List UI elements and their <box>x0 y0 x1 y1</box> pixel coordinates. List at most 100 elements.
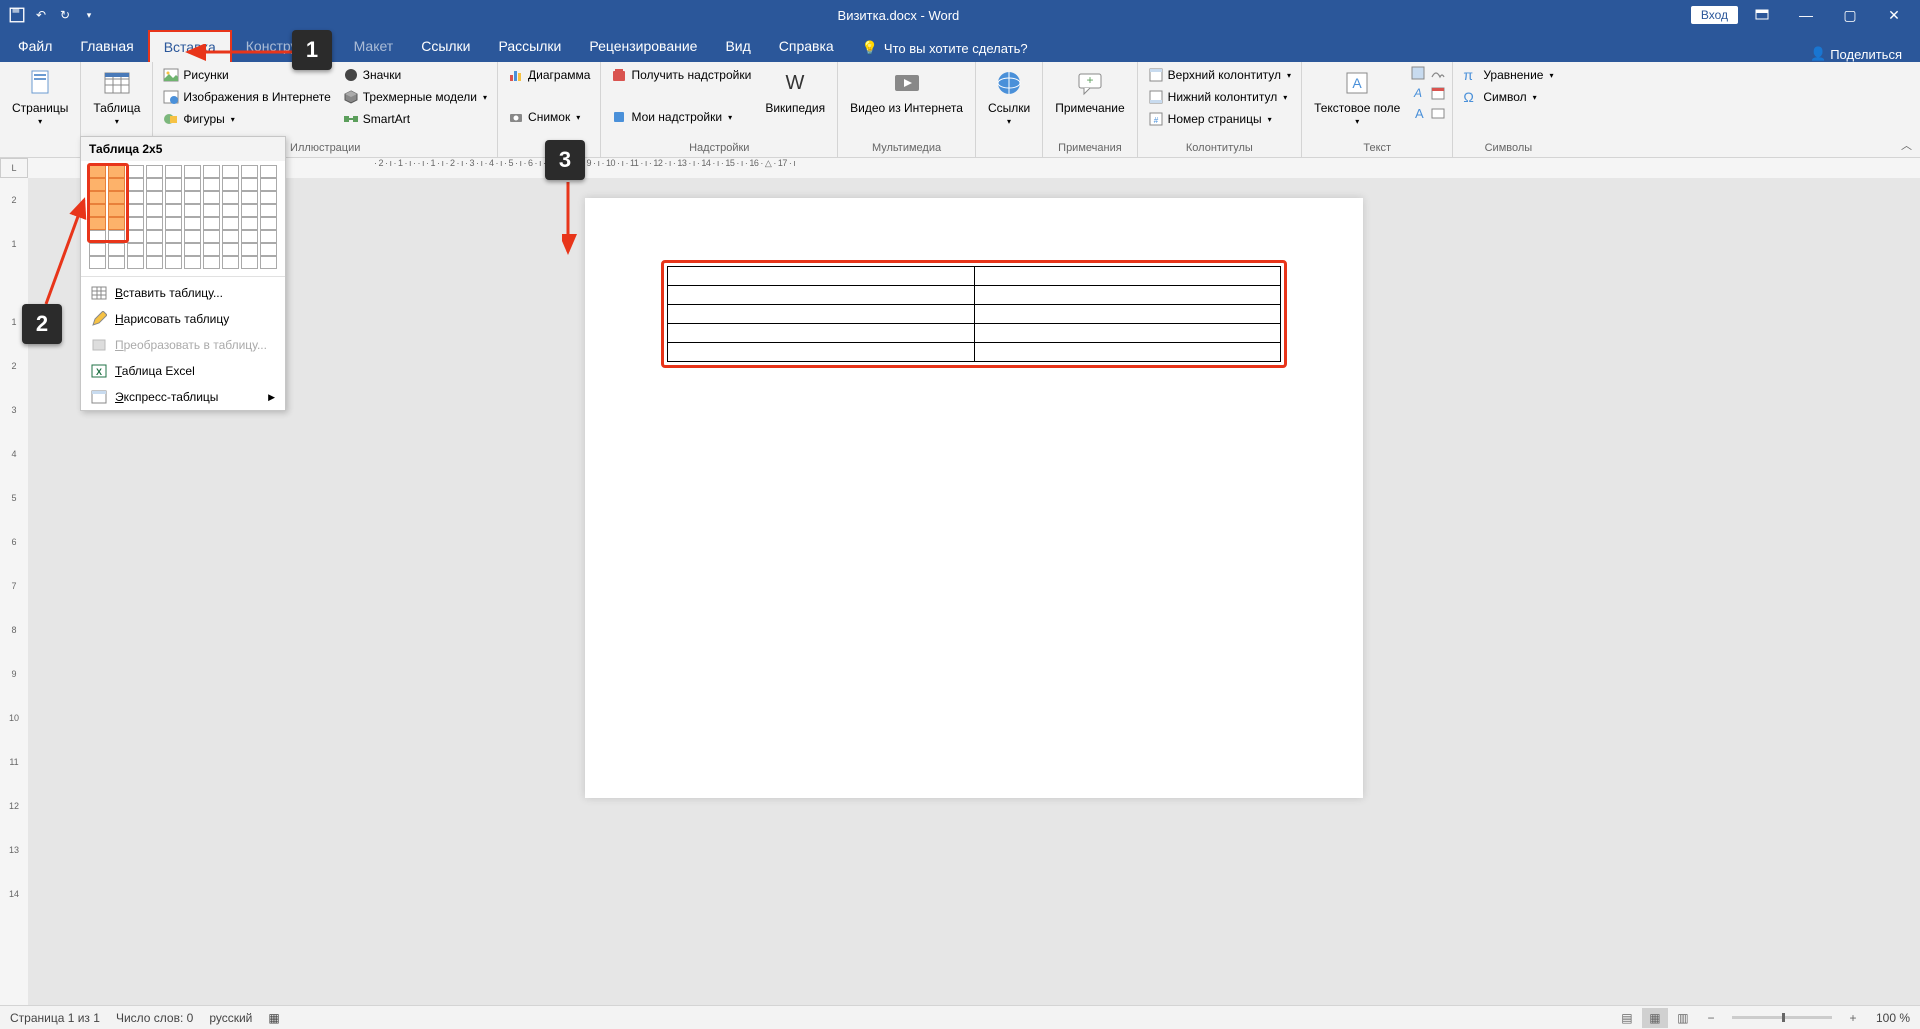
redo-icon[interactable]: ↻ <box>56 6 74 24</box>
insert-table-item[interactable]: Вставить таблицу... <box>81 280 285 306</box>
3d-models-button[interactable]: Трехмерные модели▾ <box>339 87 491 107</box>
grid-cell[interactable] <box>184 204 201 217</box>
grid-cell[interactable] <box>241 165 258 178</box>
grid-cell[interactable] <box>241 230 258 243</box>
ruler-corner[interactable]: L <box>0 158 28 178</box>
grid-cell[interactable] <box>165 217 182 230</box>
grid-cell[interactable] <box>241 204 258 217</box>
zoom-in-button[interactable]: + <box>1840 1008 1866 1028</box>
grid-cell[interactable] <box>203 204 220 217</box>
grid-cell[interactable] <box>146 243 163 256</box>
minimize-button[interactable]: — <box>1786 0 1826 30</box>
grid-cell[interactable] <box>260 191 277 204</box>
quickparts-icon[interactable] <box>1410 65 1426 81</box>
vertical-ruler[interactable]: 211234567891011121314 <box>0 178 28 1005</box>
grid-cell[interactable] <box>108 165 125 178</box>
tab-home[interactable]: Главная <box>66 30 147 62</box>
share-button[interactable]: 👤 Поделиться <box>1796 46 1916 62</box>
grid-cell[interactable] <box>241 191 258 204</box>
tab-view[interactable]: Вид <box>711 30 764 62</box>
status-lang[interactable]: русский <box>209 1011 252 1025</box>
grid-cell[interactable] <box>241 243 258 256</box>
grid-cell[interactable] <box>108 191 125 204</box>
grid-cell[interactable] <box>89 191 106 204</box>
tab-help[interactable]: Справка <box>765 30 848 62</box>
tab-mailings[interactable]: Рассылки <box>485 30 576 62</box>
read-mode-icon[interactable]: ▤ <box>1614 1008 1640 1028</box>
screenshot-button[interactable]: Снимок▾ <box>504 107 594 127</box>
grid-cell[interactable] <box>222 217 239 230</box>
grid-cell[interactable] <box>184 230 201 243</box>
grid-cell[interactable] <box>260 243 277 256</box>
grid-cell[interactable] <box>146 191 163 204</box>
grid-cell[interactable] <box>108 204 125 217</box>
grid-cell[interactable] <box>203 178 220 191</box>
tab-layout[interactable]: Макет <box>340 30 408 62</box>
grid-cell[interactable] <box>89 243 106 256</box>
tell-me[interactable]: 💡 Что вы хотите сделать? <box>848 34 1042 62</box>
grid-cell[interactable] <box>108 256 125 269</box>
tab-file[interactable]: Файл <box>4 30 66 62</box>
grid-cell[interactable] <box>241 178 258 191</box>
grid-cell[interactable] <box>165 204 182 217</box>
grid-cell[interactable] <box>146 230 163 243</box>
icons-button[interactable]: Значки <box>339 65 491 85</box>
signature-icon[interactable] <box>1430 65 1446 81</box>
links-button[interactable]: Ссылки ▾ <box>982 65 1036 128</box>
grid-cell[interactable] <box>260 230 277 243</box>
grid-cell[interactable] <box>165 165 182 178</box>
grid-cell[interactable] <box>260 204 277 217</box>
get-addins-button[interactable]: Получить надстройки <box>607 65 755 85</box>
header-button[interactable]: Верхний колонтитул▾ <box>1144 65 1295 85</box>
web-layout-icon[interactable]: ▥ <box>1670 1008 1696 1028</box>
grid-cell[interactable] <box>127 178 144 191</box>
grid-cell[interactable] <box>222 165 239 178</box>
symbol-button[interactable]: ΩСимвол▾ <box>1459 87 1557 107</box>
macro-icon[interactable]: ▦ <box>268 1011 279 1025</box>
grid-cell[interactable] <box>165 230 182 243</box>
pages-button[interactable]: Страницы ▾ <box>6 65 74 128</box>
grid-cell[interactable] <box>108 243 125 256</box>
object-icon[interactable] <box>1430 105 1446 121</box>
grid-cell[interactable] <box>260 178 277 191</box>
grid-cell[interactable] <box>184 191 201 204</box>
wordart-icon[interactable]: A <box>1410 85 1426 101</box>
grid-cell[interactable] <box>127 191 144 204</box>
grid-cell[interactable] <box>146 204 163 217</box>
grid-cell[interactable] <box>108 217 125 230</box>
grid-cell[interactable] <box>222 230 239 243</box>
draw-table-item[interactable]: Нарисовать таблицу <box>81 306 285 332</box>
grid-cell[interactable] <box>146 178 163 191</box>
textbox-button[interactable]: A Текстовое поле ▾ <box>1308 65 1406 128</box>
tab-references[interactable]: Ссылки <box>407 30 484 62</box>
status-words[interactable]: Число слов: 0 <box>116 1011 193 1025</box>
smartart-button[interactable]: SmartArt <box>339 109 491 129</box>
zoom-out-button[interactable]: − <box>1698 1008 1724 1028</box>
grid-cell[interactable] <box>222 243 239 256</box>
grid-cell[interactable] <box>146 165 163 178</box>
grid-cell[interactable] <box>89 204 106 217</box>
quick-tables-item[interactable]: Экспресс-таблицы▶ <box>81 384 285 410</box>
grid-cell[interactable] <box>127 217 144 230</box>
grid-cell[interactable] <box>222 178 239 191</box>
datetime-icon[interactable] <box>1430 85 1446 101</box>
grid-cell[interactable] <box>203 230 220 243</box>
equation-button[interactable]: πУравнение▾ <box>1459 65 1557 85</box>
print-layout-icon[interactable]: ▦ <box>1642 1008 1668 1028</box>
wikipedia-button[interactable]: W Википедия <box>759 65 831 117</box>
grid-cell[interactable] <box>108 230 125 243</box>
close-button[interactable]: ✕ <box>1874 0 1914 30</box>
page-number-button[interactable]: #Номер страницы▾ <box>1144 109 1295 129</box>
undo-icon[interactable]: ↶ <box>32 6 50 24</box>
grid-cell[interactable] <box>127 204 144 217</box>
status-page[interactable]: Страница 1 из 1 <box>10 1011 100 1025</box>
grid-cell[interactable] <box>89 165 106 178</box>
grid-cell[interactable] <box>222 191 239 204</box>
footer-button[interactable]: Нижний колонтитул▾ <box>1144 87 1295 107</box>
excel-table-item[interactable]: XТаблица Excel <box>81 358 285 384</box>
ribbon-display-icon[interactable] <box>1742 0 1782 30</box>
grid-cell[interactable] <box>146 217 163 230</box>
login-button[interactable]: Вход <box>1691 6 1738 24</box>
grid-cell[interactable] <box>260 256 277 269</box>
grid-cell[interactable] <box>241 256 258 269</box>
